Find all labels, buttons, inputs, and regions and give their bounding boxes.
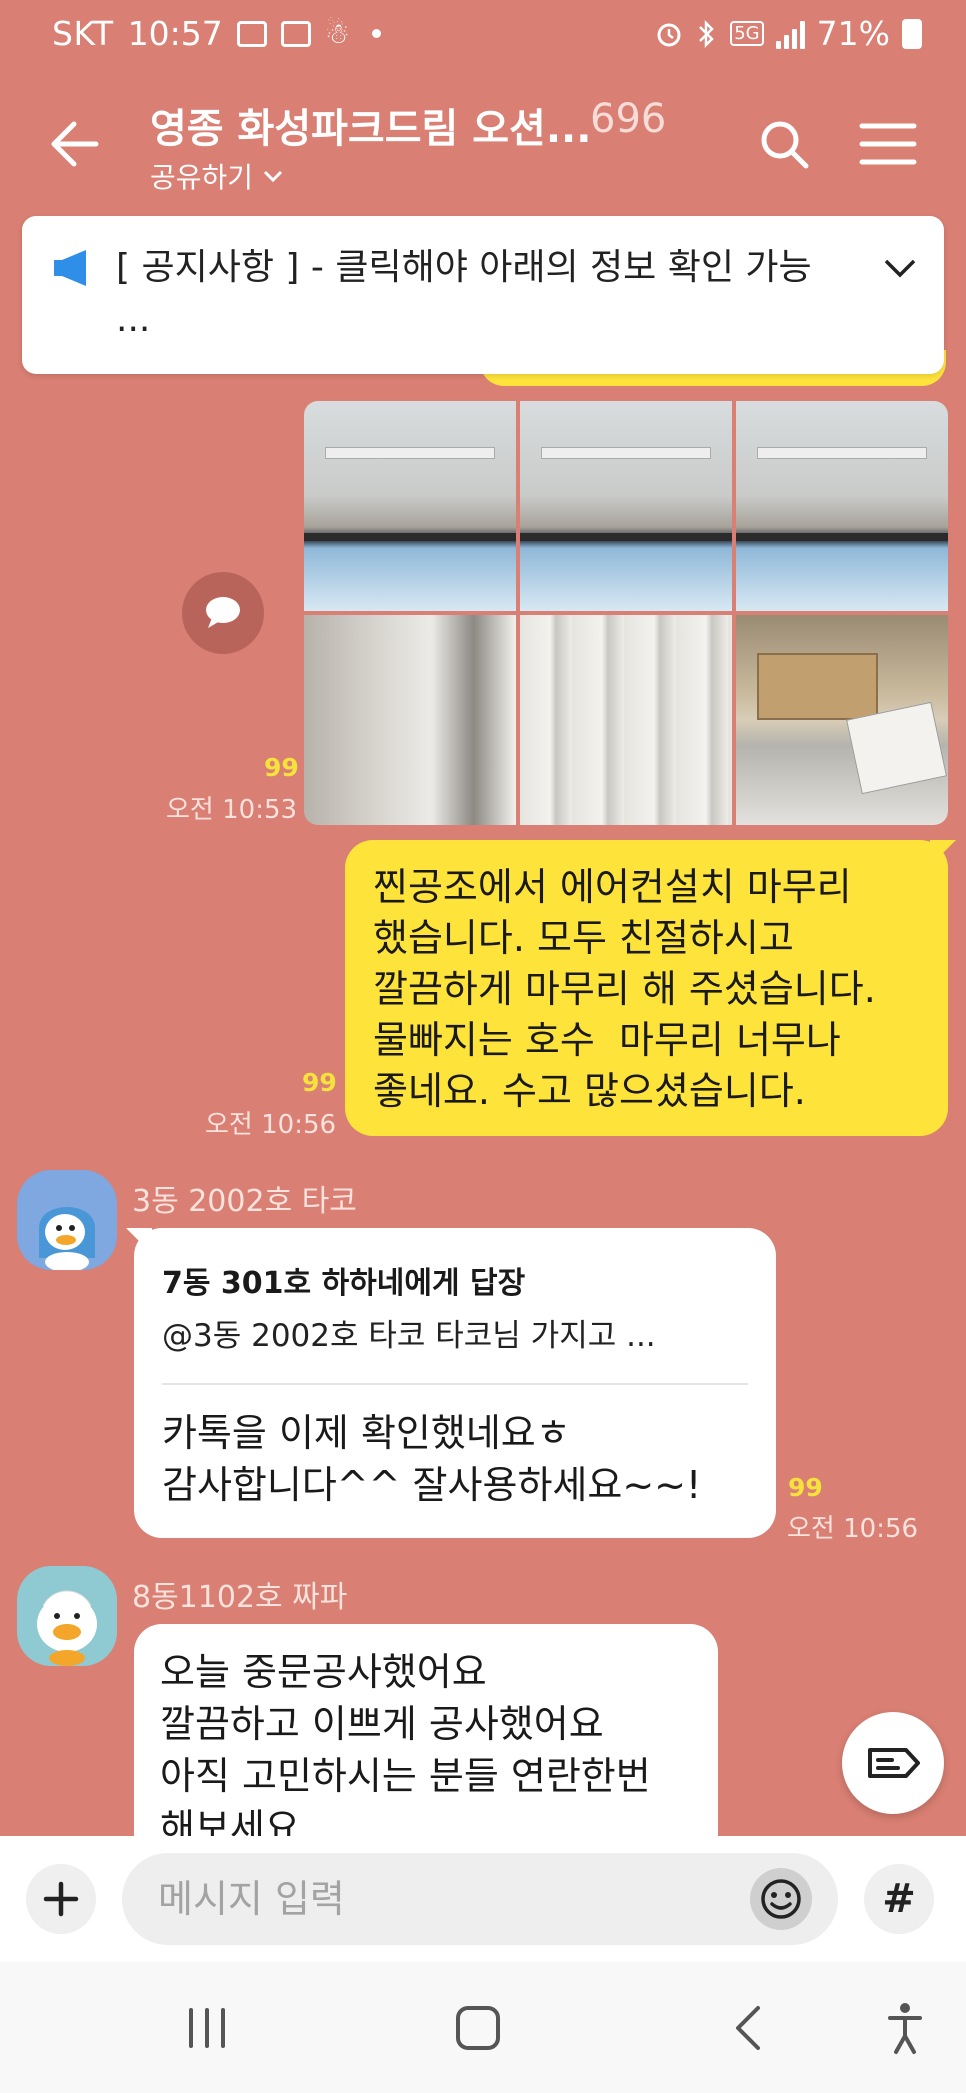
carrier-label: SKT: [52, 14, 114, 53]
accessibility-button[interactable]: [870, 1996, 940, 2060]
back-arrow-icon: [51, 121, 99, 167]
back-icon: [736, 2006, 760, 2050]
app-notification-icon: ☃: [324, 17, 350, 50]
system-back-button[interactable]: [714, 1996, 784, 2060]
comment-button[interactable]: [182, 572, 264, 654]
message-text: 카톡을 이제 확인했네요ㅎ 감사합니다^^ 잘사용하세요~~!: [162, 1411, 702, 1507]
emoji-button[interactable]: [750, 1868, 812, 1930]
message-text: 찐공조에서 에어컨설치 마무리 했습니다. 모두 친절하시고 깔끔하게 마무리 …: [373, 865, 876, 1113]
notice-expand-button[interactable]: [878, 246, 922, 290]
message-time: 오전 10:56: [205, 1110, 337, 1140]
my-message-bubble[interactable]: 찐공조에서 에어컨설치 마무리 했습니다. 모두 친절하시고 깔끔하게 마무리 …: [345, 840, 948, 1136]
back-button[interactable]: [44, 112, 108, 176]
megaphone-icon: [50, 246, 94, 290]
menu-icon: [859, 123, 917, 165]
share-label: 공유하기: [150, 161, 254, 194]
status-right: 5G 71%: [654, 14, 922, 53]
clock: 10:57: [127, 14, 223, 53]
more-notifications-icon: [371, 29, 381, 38]
home-button[interactable]: [443, 1996, 513, 2060]
photo-thumbnail[interactable]: [736, 615, 948, 825]
share-dropdown[interactable]: 공유하기: [150, 156, 285, 196]
search-icon: [761, 121, 809, 169]
notification-icon: [236, 20, 267, 47]
attach-button[interactable]: [26, 1864, 96, 1934]
message-time: 오전 10:53: [166, 795, 298, 825]
battery-percent: 71%: [816, 14, 890, 53]
quoted-message[interactable]: @3동 2002호 타코 타코님 가지고 ...: [162, 1310, 748, 1355]
message-input[interactable]: [122, 1853, 838, 1945]
photo-thumbnail[interactable]: [520, 401, 732, 611]
reply-message-bubble[interactable]: 7동 301호 하하네에게 답장 @3동 2002호 타코 타코님 가지고 ..…: [134, 1228, 776, 1538]
chevron-down-icon: [884, 259, 916, 278]
status-left: SKT 10:57 ☃: [52, 14, 381, 53]
notice-text: [ 공지사항 ] - 클릭해야 아래의 정보 확인 가능 ...: [116, 247, 812, 340]
menu-button[interactable]: [856, 112, 920, 176]
reply-target: 7동 301호 하하네에게 답장: [162, 1266, 526, 1301]
message-text: 오늘 중문공사했어요 깔끔하고 이쁘게 공사했어요 아직 고민하시는 분들 연란…: [160, 1650, 651, 1836]
recents-button[interactable]: [172, 1996, 242, 2060]
read-count: 99: [788, 1473, 823, 1502]
chat-title[interactable]: 영종 화성파크드림 오션...: [150, 96, 591, 154]
tag-icon: [868, 1748, 920, 1778]
divider: [162, 1383, 748, 1385]
sender-name[interactable]: 3동 2002호 타코: [132, 1176, 357, 1220]
read-count: 99: [264, 753, 299, 782]
alarm-icon: [657, 23, 681, 46]
photo-thumbnail[interactable]: [736, 401, 948, 611]
bluetooth-icon: [699, 19, 715, 48]
photo-grid[interactable]: [304, 401, 948, 825]
recents-icon: [189, 2008, 225, 2048]
message-time: 오전 10:56: [787, 1514, 919, 1544]
sender-name[interactable]: 8동1102호 짜파: [132, 1572, 347, 1616]
photo-thumbnail[interactable]: [304, 615, 516, 825]
tag-button[interactable]: [842, 1712, 944, 1814]
photo-thumbnail[interactable]: [520, 615, 732, 825]
search-button[interactable]: [752, 112, 816, 176]
chat-header: 영종 화성파크드림 오션... 696 공유하기: [0, 72, 966, 212]
read-count: 99: [302, 1068, 337, 1097]
network-type: 5G: [730, 21, 764, 46]
status-bar: SKT 10:57 ☃ 5G 71%: [0, 0, 966, 72]
signal-icon: [775, 19, 805, 49]
speech-bubble-icon: [206, 597, 240, 628]
home-icon: [456, 2006, 500, 2050]
member-count: 696: [590, 96, 667, 142]
battery-icon: [902, 18, 922, 49]
navigation-bar: [0, 1962, 966, 2093]
avatar[interactable]: [17, 1170, 117, 1270]
accessibility-icon: [888, 2003, 922, 2054]
message-bubble[interactable]: 오늘 중문공사했어요 깔끔하고 이쁘게 공사했어요 아직 고민하시는 분들 연란…: [134, 1624, 718, 1836]
photo-thumbnail[interactable]: [304, 401, 516, 611]
hashtag-button[interactable]: #: [864, 1864, 934, 1934]
chevron-down-icon: [263, 170, 283, 183]
gallery-notification-icon: [280, 20, 311, 47]
notice-banner[interactable]: [ 공지사항 ] - 클릭해야 아래의 정보 확인 가능 ...: [22, 216, 944, 374]
input-bar: #: [0, 1836, 966, 1962]
avatar[interactable]: [17, 1566, 117, 1666]
emoji-icon: [761, 1879, 801, 1919]
plus-icon: [43, 1881, 79, 1917]
